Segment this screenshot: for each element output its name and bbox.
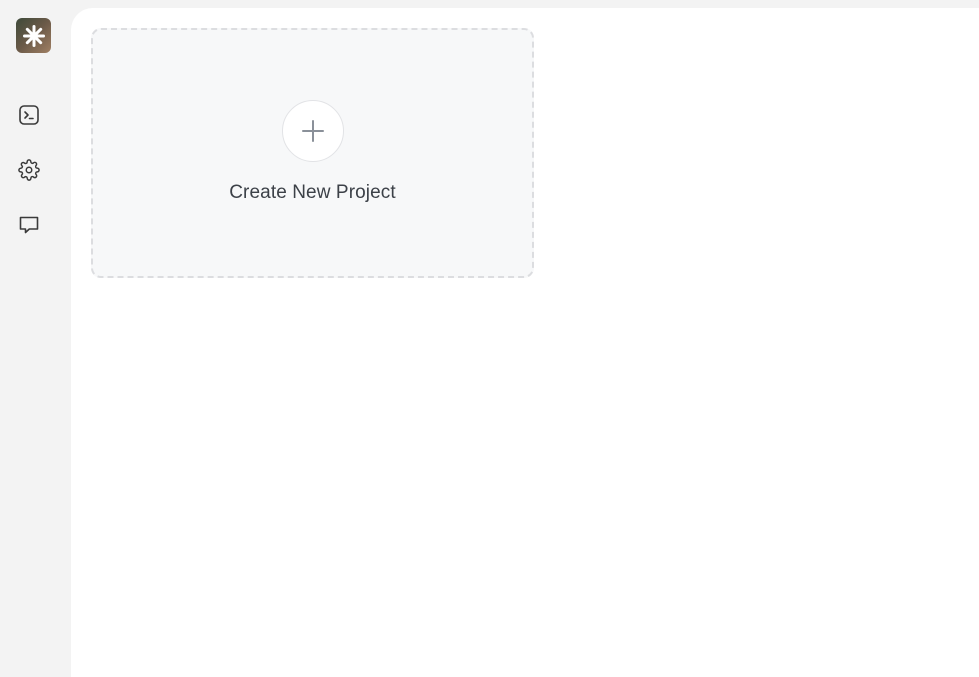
app-window: Create New Project <box>0 0 979 677</box>
main-content: Create New Project <box>71 8 979 677</box>
terminal-icon <box>19 105 39 125</box>
gear-icon <box>18 159 40 181</box>
create-new-project-card[interactable]: Create New Project <box>91 28 534 278</box>
app-logo[interactable] <box>16 18 51 53</box>
sidebar <box>0 0 70 677</box>
asterisk-flower-icon <box>22 24 45 47</box>
create-new-project-label: Create New Project <box>229 182 396 203</box>
sidebar-item-terminal[interactable] <box>12 98 46 132</box>
sidebar-item-feedback[interactable] <box>12 208 46 242</box>
chat-bubble-icon <box>19 216 39 234</box>
add-project-button[interactable] <box>282 100 344 162</box>
sidebar-item-settings[interactable] <box>12 153 46 187</box>
plus-icon <box>302 120 324 142</box>
